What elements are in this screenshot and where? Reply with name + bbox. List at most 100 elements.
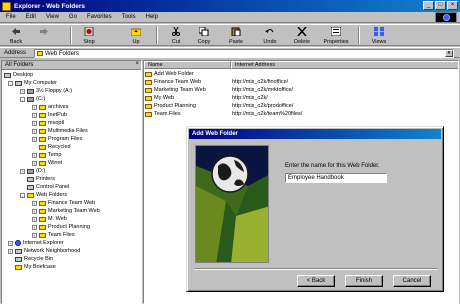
- tree-node-temp[interactable]: + Temp: [32, 151, 61, 159]
- tree-node-desktop[interactable]: Desktop: [4, 71, 33, 79]
- web-folder-icon: [39, 224, 46, 230]
- address-dropdown-button[interactable]: ▾: [445, 50, 453, 57]
- tree-node-label: Desktop: [13, 72, 34, 78]
- tree-node-network[interactable]: + Network Neighborhood: [8, 247, 80, 255]
- tree-node-msoptl[interactable]: + msoptl: [32, 119, 64, 127]
- tree-node-m-web[interactable]: + M. Web: [32, 215, 67, 223]
- web-folder-icon: [145, 103, 152, 109]
- list-item[interactable]: Marketing Team Web http://mis_o2k/mrktoff…: [145, 86, 345, 94]
- list-item[interactable]: My Web http://mis_o2k/: [145, 94, 345, 102]
- tree-node-label: Printers: [36, 176, 55, 182]
- network-icon: [15, 248, 22, 254]
- tree-node-web-folders[interactable]: - Web Folders: [20, 191, 67, 199]
- tree-node-marketing-web[interactable]: + Marketing Team Web: [32, 207, 100, 215]
- up-button[interactable]: Up: [124, 26, 148, 46]
- web-folder-icon: [145, 87, 152, 93]
- control-panel-icon: [27, 184, 34, 190]
- tree-node-multimedia[interactable]: + Multimedia Files: [32, 127, 88, 135]
- title-bar[interactable]: Explorer - Web Folders _ □ ×: [0, 0, 460, 12]
- list-item[interactable]: Product Planning http://mis_o2k/prodoffic…: [145, 102, 345, 110]
- folder-name-input[interactable]: Employee Handbook: [285, 173, 387, 183]
- delete-button[interactable]: Delete: [290, 26, 314, 46]
- folder-icon: [39, 112, 46, 118]
- back-label: Back: [9, 39, 23, 45]
- tree-node-control-panel[interactable]: Control Panel: [27, 183, 69, 191]
- list-item[interactable]: Finance Team Web http://mis_o2k/finoffice…: [145, 78, 345, 86]
- tree-node-d-drive[interactable]: + (D:): [20, 167, 45, 175]
- add-web-folder-icon: [145, 71, 152, 77]
- paste-button[interactable]: Paste: [224, 26, 248, 46]
- tree-node-c-drive[interactable]: - (C:): [20, 95, 45, 103]
- tree-header: All Folders ×: [2, 61, 141, 70]
- tree-node-winnt[interactable]: + Winnt: [32, 159, 62, 167]
- properties-button[interactable]: Properties: [318, 26, 354, 46]
- tree-node-program-files[interactable]: + Program Files: [32, 135, 82, 143]
- menu-bar: File Edit View Go Favorites Tools Help: [0, 12, 460, 23]
- close-button[interactable]: ×: [447, 1, 458, 10]
- address-label: Address: [4, 49, 27, 56]
- list-item-address: http://mis_o2k/finoffice/: [232, 79, 289, 85]
- folder-icon: [39, 128, 46, 134]
- back-button[interactable]: Back: [4, 26, 28, 46]
- menu-go[interactable]: Go: [69, 14, 77, 20]
- stop-button[interactable]: Stop: [76, 26, 102, 46]
- tree-node-label: Recycled: [48, 144, 71, 150]
- menu-help[interactable]: Help: [146, 14, 158, 20]
- tree-node-label: 3½ Floppy (A:): [36, 88, 73, 94]
- tree-node-printers[interactable]: Printers: [27, 175, 55, 183]
- cancel-button[interactable]: Cancel: [393, 275, 431, 287]
- undo-button[interactable]: Undo: [258, 26, 282, 46]
- tree-node-briefcase[interactable]: My Briefcase: [15, 263, 56, 271]
- list-item-name: My Web: [154, 95, 175, 101]
- tree-node-label: M. Web: [48, 216, 67, 222]
- menu-edit[interactable]: Edit: [26, 14, 36, 20]
- tree-node-recycled[interactable]: Recycled: [39, 143, 71, 151]
- minimize-button[interactable]: _: [423, 1, 434, 10]
- folder-icon: [2, 1, 11, 11]
- tree-node-label: Team Files: [48, 232, 75, 238]
- computer-icon: [15, 80, 22, 86]
- tree-node-label: My Briefcase: [24, 264, 56, 270]
- web-folder-icon: [145, 111, 152, 117]
- tree-node-finance-web[interactable]: + Finance Team Web: [32, 199, 95, 207]
- column-header-name[interactable]: Name: [144, 61, 231, 69]
- tree-node-floppy[interactable]: +3½ Floppy (A:): [20, 87, 72, 95]
- tree-node-archives[interactable]: + archives: [32, 103, 68, 111]
- back-button[interactable]: < Back: [297, 275, 335, 287]
- web-folder-icon: [39, 232, 46, 238]
- close-pane-icon[interactable]: ×: [135, 61, 139, 67]
- explorer-window: Explorer - Web Folders _ □ × File Edit V…: [0, 0, 460, 304]
- tree-node-team-files[interactable]: + Team Files: [32, 231, 75, 239]
- list-item[interactable]: Team Files http://mis_o2k/team%20files/: [145, 110, 345, 118]
- tree-node-label: Marketing Team Web: [48, 208, 100, 214]
- menu-file[interactable]: File: [6, 14, 16, 20]
- web-folder-icon: [39, 216, 46, 222]
- add-web-folder-dialog: Add Web Folder Enter the name for this W…: [186, 126, 444, 292]
- tree-node-internet-explorer[interactable]: + Internet Explorer: [8, 239, 64, 247]
- menu-view[interactable]: View: [46, 14, 59, 20]
- cut-label: Cut: [171, 39, 181, 45]
- menu-tools[interactable]: Tools: [122, 14, 136, 20]
- column-header-address[interactable]: Internet Address: [231, 61, 458, 69]
- tree-node-product-planning[interactable]: + Product Planning: [32, 223, 90, 231]
- copy-button[interactable]: Copy: [192, 26, 216, 46]
- tree-node-label: Program Files: [48, 136, 83, 142]
- tree-node-inetpub[interactable]: + InetPub: [32, 111, 67, 119]
- tree-node-label: Network Neighborhood: [24, 248, 81, 254]
- forward-button[interactable]: [32, 26, 56, 46]
- dialog-title[interactable]: Add Web Folder: [189, 129, 441, 139]
- menu-favorites[interactable]: Favorites: [87, 14, 112, 20]
- up-label: Up: [132, 39, 140, 45]
- views-icon: [374, 27, 384, 36]
- address-field[interactable]: Web Folders ▾: [34, 49, 454, 58]
- paste-label: Paste: [228, 39, 244, 45]
- printer-icon: [27, 176, 34, 182]
- tree-node-my-computer[interactable]: - My Computer: [8, 79, 57, 87]
- maximize-button[interactable]: □: [435, 1, 446, 10]
- cut-button[interactable]: Cut: [164, 26, 188, 46]
- finish-button[interactable]: Finish: [345, 275, 383, 287]
- tree-node-label: Winnt: [48, 160, 63, 166]
- views-button[interactable]: Views: [364, 26, 394, 46]
- list-item[interactable]: Add Web Folder: [145, 70, 345, 78]
- tree-node-recycle-bin[interactable]: Recycle Bin: [15, 255, 53, 263]
